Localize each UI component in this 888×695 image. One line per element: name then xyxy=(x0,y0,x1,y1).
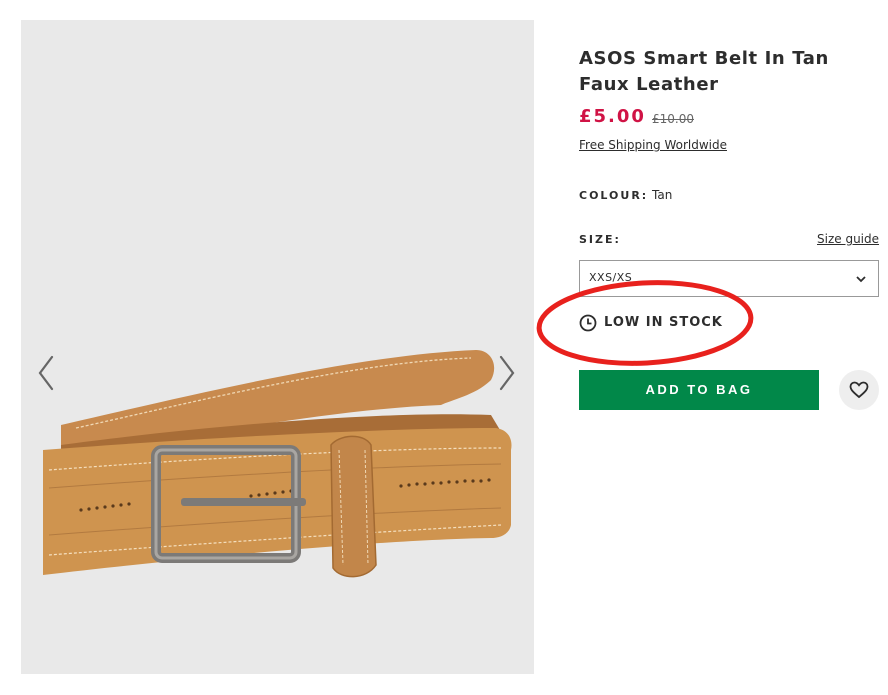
chevron-down-icon xyxy=(856,276,866,283)
belt-product-image xyxy=(21,20,534,674)
free-shipping-link[interactable]: Free Shipping Worldwide xyxy=(579,138,727,152)
size-select[interactable]: XXS/XS xyxy=(579,260,879,297)
colour-value: Tan xyxy=(652,188,673,202)
size-guide-link[interactable]: Size guide xyxy=(817,232,879,246)
colour-label: COLOUR: xyxy=(579,189,649,202)
size-selected-value: XXS/XS xyxy=(589,271,633,284)
save-for-later-button[interactable] xyxy=(839,370,879,410)
size-label: SIZE: xyxy=(579,233,621,246)
product-gallery xyxy=(21,20,534,674)
add-to-bag-button[interactable]: ADD TO BAG xyxy=(579,370,819,410)
chevron-left-icon[interactable] xyxy=(36,353,56,393)
chevron-right-icon[interactable] xyxy=(497,353,517,393)
clock-icon xyxy=(579,314,597,332)
current-price: £5.00 xyxy=(579,106,646,127)
product-title: ASOS Smart Belt In Tan Faux Leather xyxy=(579,48,829,95)
heart-icon xyxy=(849,381,869,399)
previous-price: £10.00 xyxy=(652,112,694,126)
stock-status-text: LOW IN STOCK xyxy=(604,315,723,330)
